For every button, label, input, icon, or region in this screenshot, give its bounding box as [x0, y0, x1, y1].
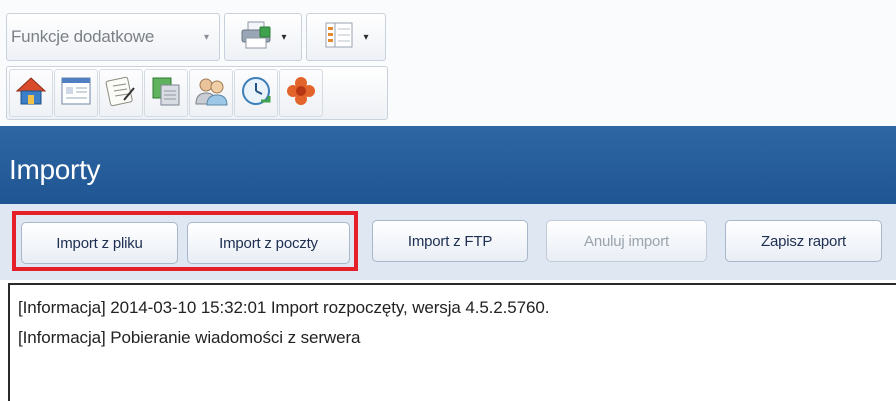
clock-icon — [239, 74, 273, 113]
chevron-down-icon: ▾ — [203, 31, 209, 43]
import-from-file-button[interactable]: Import z pliku — [21, 222, 178, 264]
save-report-button[interactable]: Zapisz raport — [725, 220, 882, 262]
page-title: Importy — [9, 154, 101, 185]
flower-button[interactable] — [279, 69, 323, 117]
users-button[interactable] — [189, 69, 233, 117]
window-button[interactable] — [54, 69, 98, 117]
page-header: Importy — [0, 126, 896, 204]
window-icon — [59, 74, 93, 113]
copy-button[interactable] — [144, 69, 188, 117]
printer-icon — [239, 20, 273, 55]
log-line: [Informacja] 2014-03-10 15:32:01 Import … — [18, 298, 550, 317]
column-layout-icon — [323, 20, 355, 55]
notepad-button[interactable] — [99, 69, 143, 117]
copy-icon — [149, 74, 183, 113]
home-icon — [14, 74, 48, 113]
import-log[interactable]: [Informacja] 2014-03-10 15:32:01 Import … — [8, 283, 896, 401]
chevron-down-icon: ▾ — [363, 31, 369, 43]
print-dropdown[interactable]: ▾ — [224, 13, 302, 61]
notepad-icon — [104, 74, 138, 113]
clock-button[interactable] — [234, 69, 278, 117]
import-from-ftp-button[interactable]: Import z FTP — [372, 220, 528, 262]
users-icon — [194, 74, 228, 113]
toolbar-row-1: Funkcje dodatkowe ▾ ▾ ▾ — [6, 13, 386, 61]
ribbon-toolbar: Funkcje dodatkowe ▾ ▾ ▾ — [0, 0, 896, 126]
functions-dropdown[interactable]: Funkcje dodatkowe ▾ — [6, 13, 220, 61]
functions-dropdown-label: Funkcje dodatkowe — [11, 27, 155, 46]
toolbar-row-2 — [6, 66, 388, 120]
flower-icon — [284, 74, 318, 113]
cancel-import-button[interactable]: Anuluj import — [546, 220, 707, 262]
import-from-mail-button[interactable]: Import z poczty — [187, 222, 350, 264]
chevron-down-icon: ▾ — [281, 31, 287, 43]
quick-icons-bar — [6, 66, 388, 120]
view-dropdown[interactable]: ▾ — [306, 13, 386, 61]
home-button[interactable] — [9, 69, 53, 117]
log-line: [Informacja] Pobieranie wiadomości z ser… — [18, 328, 361, 347]
import-actions-panel: Import z pliku Import z poczty Import z … — [0, 204, 896, 280]
